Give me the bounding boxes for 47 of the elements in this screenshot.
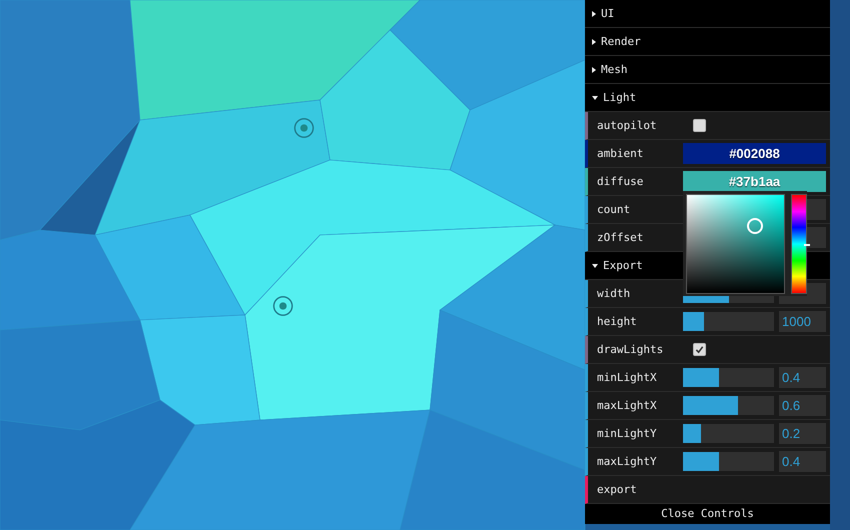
control-label: ambient: [597, 147, 644, 160]
color-field[interactable]: #002088: [683, 143, 826, 164]
slider-track[interactable]: [683, 368, 774, 387]
saturation-area[interactable]: [686, 194, 786, 294]
folder-header[interactable]: Mesh: [585, 56, 830, 84]
folder-header[interactable]: Light: [585, 84, 830, 112]
folder-title: Export: [603, 259, 643, 272]
slider-track[interactable]: [683, 396, 774, 415]
checkbox[interactable]: [693, 119, 706, 132]
light-marker-icon: [293, 117, 315, 139]
number-field[interactable]: 0.4: [779, 367, 826, 388]
triangle-icon: [592, 264, 598, 268]
control-label: export: [597, 483, 638, 496]
folder-title: UI: [601, 7, 614, 20]
control-label: count: [597, 203, 632, 216]
triangle-icon: [592, 10, 596, 16]
number-field[interactable]: 0.4: [779, 451, 826, 472]
folder-title: Light: [603, 91, 636, 104]
control-label: minLightX: [597, 371, 658, 384]
control-label: autopilot: [597, 119, 658, 132]
folder-title: Mesh: [601, 63, 628, 76]
control-label: maxLightX: [597, 399, 658, 412]
control-label: diffuse: [597, 175, 644, 188]
hue-marker[interactable]: [804, 244, 810, 246]
slider-track[interactable]: [683, 452, 774, 471]
folder-header[interactable]: UI: [585, 0, 830, 28]
control-label: zOffset: [597, 231, 644, 244]
light-marker-icon: [272, 295, 294, 317]
triangle-icon: [592, 96, 598, 100]
control-label: maxLightY: [597, 455, 658, 468]
control-label: minLightY: [597, 427, 658, 440]
color-cursor[interactable]: [746, 218, 763, 234]
checkbox[interactable]: [693, 343, 706, 356]
triangle-icon: [592, 38, 596, 44]
hue-bar[interactable]: [791, 194, 807, 294]
number-field[interactable]: 0.2: [779, 423, 826, 444]
slider-track[interactable]: [683, 312, 774, 331]
triangle-icon: [592, 66, 596, 72]
control-label: drawLights: [597, 343, 664, 356]
control-label: width: [597, 287, 632, 300]
control-label: height: [597, 315, 638, 328]
close-controls-button[interactable]: Close Controls: [585, 504, 830, 524]
folder-header[interactable]: Render: [585, 28, 830, 56]
number-field[interactable]: 1000: [779, 311, 826, 332]
slider-track[interactable]: [683, 424, 774, 443]
folder-title: Render: [601, 35, 641, 48]
number-field[interactable]: 0.6: [779, 395, 826, 416]
